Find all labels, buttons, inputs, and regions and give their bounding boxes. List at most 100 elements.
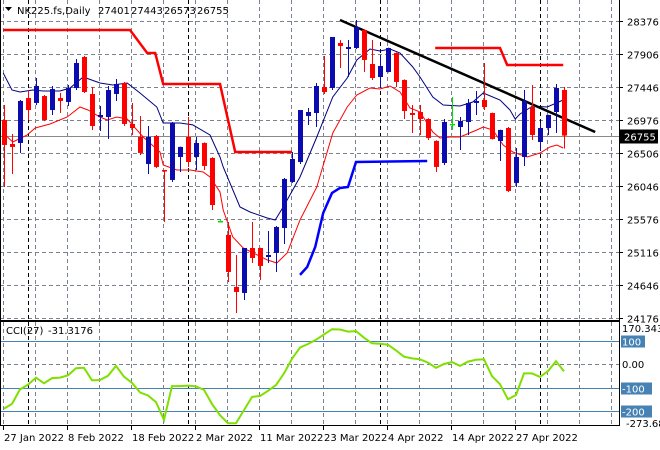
candle-body (458, 120, 463, 128)
candle (426, 118, 431, 141)
price-label: 27446 (627, 84, 659, 95)
candle-body (522, 100, 527, 157)
candle (506, 127, 511, 192)
candle-body (98, 114, 103, 118)
candle (178, 146, 183, 172)
candle-body (370, 63, 375, 78)
cci-level-label: -100 (622, 385, 645, 396)
candle (170, 121, 175, 182)
date-label: 23 Mar 2022 (324, 433, 387, 444)
candle (378, 55, 383, 88)
candle-body (10, 143, 15, 147)
cci-current-value: -31.3176 (48, 326, 93, 337)
candle (50, 85, 55, 115)
low-value: 26573 (164, 6, 196, 17)
price-label: 24646 (627, 282, 659, 293)
candle-body (250, 247, 255, 258)
candle-body (186, 136, 191, 163)
candle-body (218, 220, 223, 223)
candle (162, 169, 167, 222)
candle-body (394, 52, 399, 82)
candle (258, 247, 263, 280)
candle-body (242, 247, 247, 293)
candle (474, 91, 479, 115)
candle-body (322, 86, 327, 92)
candle-body (378, 65, 383, 78)
candle-body (26, 98, 31, 111)
candle (274, 226, 279, 272)
date-label: 8 Feb 2022 (68, 433, 124, 444)
symbol-label: NK225.fs,Daily (17, 6, 91, 17)
candle-body (2, 120, 7, 145)
trading-chart[interactable]: 28376 27906 27446 26976 26506 26046 25576 25116… (0, 0, 660, 450)
candle (434, 140, 439, 172)
candle-body (442, 121, 447, 163)
candle (130, 102, 135, 135)
candle (546, 114, 551, 135)
candle-body (402, 79, 407, 112)
candle-body (146, 136, 151, 164)
close-value: 26755 (197, 6, 229, 17)
date-label: 27 Jan 2022 (4, 433, 64, 444)
candle-body (82, 56, 87, 92)
date-label: 18 Feb 2022 (132, 433, 194, 444)
candle-body (170, 122, 175, 180)
candle-body (330, 36, 335, 88)
candle-body (530, 106, 535, 135)
candle (306, 107, 311, 125)
candle (562, 86, 567, 149)
candle (234, 254, 239, 313)
candle (218, 220, 223, 223)
candle (42, 94, 47, 122)
price-label: 28376 (627, 18, 659, 29)
date-label: 2 Mar 2022 (196, 433, 253, 444)
candle-body (202, 142, 207, 166)
candle (394, 52, 399, 87)
candle (458, 117, 463, 150)
candle-body (122, 82, 127, 124)
cci-panel (0, 328, 619, 425)
candle (2, 105, 7, 187)
current-price-label: 26755 (624, 133, 656, 144)
candle (66, 84, 71, 106)
candle-body (226, 234, 231, 272)
candle-body (154, 135, 159, 167)
candle (522, 90, 527, 166)
candle (282, 177, 287, 244)
candle (154, 134, 159, 168)
cci-zero-label: 0.00 (622, 360, 644, 371)
price-label: 27906 (627, 51, 659, 62)
candle-body (210, 157, 215, 205)
candle-body (162, 169, 167, 172)
candle (330, 36, 335, 91)
candle (386, 47, 391, 73)
cci-max-label: 170.3435 (622, 324, 660, 335)
cci-level-label: 100 (622, 338, 641, 349)
candle-body (34, 85, 39, 103)
candle-body (234, 286, 239, 292)
price-label: 26976 (627, 117, 659, 128)
candle (266, 230, 271, 263)
candle-body (506, 127, 511, 191)
candle (82, 56, 87, 93)
candle (34, 77, 39, 106)
collapse-triangle-icon[interactable] (5, 7, 12, 11)
candle (466, 98, 471, 135)
candle-body (490, 112, 495, 140)
candle (106, 85, 111, 140)
candle (146, 126, 151, 174)
candle-body (266, 254, 271, 257)
candle-body (138, 136, 143, 153)
cci-title: CCI(27) (6, 326, 44, 337)
candle-body (58, 98, 63, 101)
candle-body (130, 123, 135, 128)
candle (450, 97, 455, 130)
candle (442, 119, 447, 165)
candle (242, 247, 247, 300)
cci-header: CCI(27) -31.3176 (6, 326, 93, 337)
candle (322, 56, 327, 94)
candle (354, 20, 359, 50)
candle-body (346, 47, 351, 50)
candle (490, 112, 495, 140)
candle-body (354, 27, 359, 49)
